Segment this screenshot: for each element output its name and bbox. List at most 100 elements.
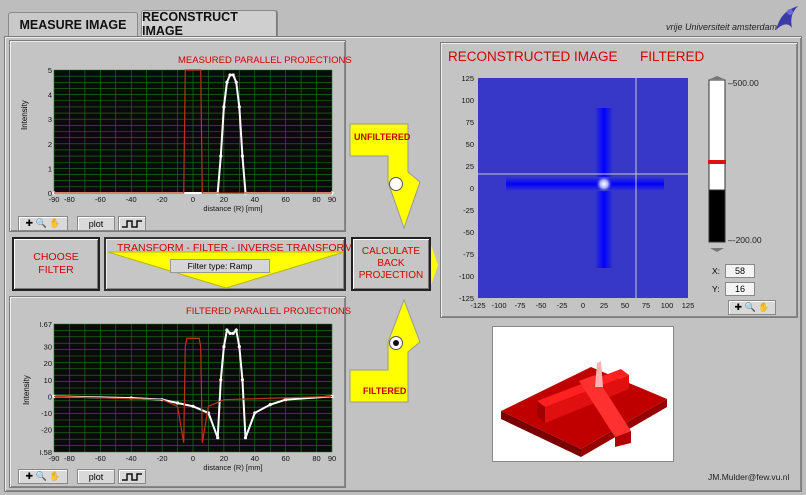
recon-x-tick-label: 75 <box>642 301 650 310</box>
data-point <box>240 154 245 158</box>
crosshair-icon: ✚ <box>25 471 34 481</box>
data-point <box>240 378 245 382</box>
tab-measure-image[interactable]: MEASURE IMAGE <box>8 12 138 36</box>
author-credit: JM.Mulder@few.vu.nl <box>708 472 790 482</box>
zoom-icon: 🔍 <box>744 302 756 312</box>
data-point <box>216 436 220 440</box>
x-tick-label: -20 <box>157 195 168 204</box>
crosshair-icon: ✚ <box>734 302 743 312</box>
x-tick-label: 60 <box>281 454 289 463</box>
recon-y-tick-label: 125 <box>461 74 474 83</box>
x-axis-label: distance (R) [mm] <box>203 463 262 472</box>
x-tick-label: 0 <box>191 195 195 204</box>
data-point <box>222 345 226 349</box>
recon-horizontal-bar <box>506 177 664 191</box>
reconstructed-image-plot[interactable]: 125 100 75 50 25 0 -25 -50 -75 -100 -125 -125 -100 -… <box>448 70 698 316</box>
y-tick-label: 10 <box>44 376 52 385</box>
data-point <box>231 331 235 335</box>
cursor-x-label: X: <box>712 266 721 276</box>
data-point <box>191 404 195 408</box>
measured-plot-toolbar: ✚ 🔍 ✋ plot <box>18 216 146 231</box>
calculate-back-projection-button[interactable]: CALCULATE BACK PROJECTION <box>351 237 431 291</box>
x-tick-label: -20 <box>157 454 168 463</box>
unfiltered-label: UNFILTERED <box>354 132 411 142</box>
color-scale-bar[interactable] <box>706 76 728 252</box>
scale-max-label: –500.00 <box>728 78 759 88</box>
plot-style-icon[interactable] <box>118 216 146 231</box>
filtered-projections-plot[interactable]: 43.673020100-10-20-33.58-90-80-60-40-200… <box>40 318 340 478</box>
x-tick-label: 0 <box>191 454 195 463</box>
x-tick-label: -60 <box>95 195 106 204</box>
x-tick-label: -40 <box>126 195 137 204</box>
y-tick-label: 5 <box>48 66 52 75</box>
zoom-icon: 🔍 <box>35 471 47 481</box>
scale-down-arrow-icon[interactable] <box>710 248 724 252</box>
x-tick-label: -60 <box>95 454 106 463</box>
zoom-icon: 🔍 <box>35 218 47 228</box>
data-point <box>237 105 241 109</box>
recon-y-tick-label: 25 <box>466 162 474 171</box>
recon-toolbar: ✚ 🔍 ✋ <box>728 300 776 315</box>
plot-legend-label[interactable]: plot <box>77 469 115 484</box>
cursor-y-value[interactable]: 16 <box>725 282 755 296</box>
recon-x-tick-label: 25 <box>600 301 608 310</box>
data-point <box>284 398 288 402</box>
color-scale-marker[interactable] <box>708 160 726 164</box>
y-tick-label: 4 <box>48 91 52 100</box>
y-tick-label: -20 <box>41 425 52 434</box>
recon-hotspot <box>596 176 612 192</box>
x-tick-label: 20 <box>220 454 228 463</box>
tab-reconstruct-image[interactable]: RECONSTRUCT IMAGE <box>141 10 278 38</box>
x-tick-label: -80 <box>64 454 75 463</box>
data-point <box>225 80 229 84</box>
transform-title: TRANSFORM - FILTER - INVERSE TRANSFORM <box>117 242 353 254</box>
graph-tools-palette[interactable]: ✚ 🔍 ✋ <box>18 216 68 231</box>
filter-type-display[interactable]: Filter type: Ramp <box>170 259 270 273</box>
y-tick-label: 43.67 <box>40 320 52 329</box>
plot-legend-label[interactable]: plot <box>77 216 115 231</box>
filtered-y-axis-label: Intensity <box>22 375 31 405</box>
filtered-radio[interactable] <box>389 336 403 350</box>
recon-x-tick-label: 50 <box>621 301 629 310</box>
plot-style-icon[interactable] <box>118 469 146 484</box>
y-tick-label: 20 <box>44 359 52 368</box>
measured-projections-plot[interactable]: 012345-90 -80 -60 -40 -20 0 20 40 60 80 90distance… <box>40 64 340 219</box>
measured-y-axis-label: Intensity <box>20 100 29 130</box>
x-axis-label: distance (R) [mm] <box>203 204 262 213</box>
pan-hand-icon: ✋ <box>49 218 61 228</box>
recon-y-tick-label: 50 <box>466 140 474 149</box>
recon-y-tick-label: 0 <box>470 184 474 193</box>
unfiltered-radio[interactable] <box>389 177 403 191</box>
y-tick-label: 30 <box>44 343 52 352</box>
surface-3d-view[interactable] <box>492 326 674 462</box>
cursor-x-value[interactable]: 58 <box>725 264 755 278</box>
recon-x-tick-label: 0 <box>581 301 585 310</box>
data-point <box>228 73 232 77</box>
recon-x-tick-label: -100 <box>491 301 506 310</box>
university-name: vrije Universiteit amsterdam <box>666 22 778 32</box>
data-point <box>253 411 257 415</box>
y-tick-label: -10 <box>41 409 52 418</box>
reconstruction-mode-label: FILTERED <box>640 49 705 64</box>
graph-tools-palette[interactable]: ✚ 🔍 ✋ <box>728 300 776 315</box>
recon-y-tick-label: 100 <box>461 96 474 105</box>
recon-y-tick-label: -50 <box>463 228 474 237</box>
data-point <box>222 105 226 109</box>
choose-filter-button[interactable]: CHOOSE FILTER <box>12 237 100 291</box>
scale-up-arrow-icon[interactable] <box>710 76 724 79</box>
data-point <box>231 73 235 77</box>
data-point <box>237 345 241 349</box>
scale-min-label: –-200.00 <box>728 235 762 245</box>
recon-x-tick-label: 125 <box>682 301 695 310</box>
y-tick-label: 2 <box>48 140 52 149</box>
data-point <box>234 328 238 332</box>
data-point <box>175 401 180 405</box>
recon-y-tick-label: -100 <box>459 272 474 281</box>
graph-tools-palette[interactable]: ✚ 🔍 ✋ <box>18 469 68 484</box>
x-tick-label: 40 <box>251 454 259 463</box>
x-tick-label: 90 <box>328 195 336 204</box>
y-tick-label: 1 <box>48 164 52 173</box>
surface-3d-render <box>501 361 667 457</box>
x-tick-label: 60 <box>281 195 289 204</box>
x-tick-label: -40 <box>126 454 137 463</box>
